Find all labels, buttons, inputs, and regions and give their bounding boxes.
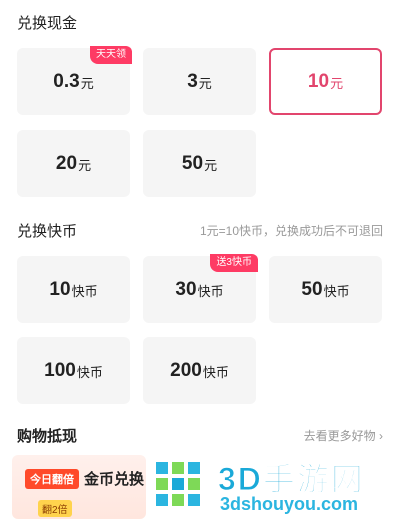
coin-option-100[interactable]: 100 快币 — [17, 337, 130, 404]
cash-unit: 元 — [330, 76, 344, 91]
cash-unit: 元 — [80, 76, 94, 91]
double-today-badge: 今日翻倍 — [25, 469, 79, 489]
coin-unit: 快币 — [76, 365, 103, 380]
shopping-section-title: 购物抵现 — [17, 428, 78, 445]
coin-amount: 50 — [301, 278, 323, 300]
daily-tag: 天天领 — [90, 46, 132, 64]
cash-option-50[interactable]: 50 元 — [143, 130, 256, 197]
coin-unit: 快币 — [197, 284, 224, 299]
watermark-logo-icon — [150, 456, 208, 514]
cash-section-title: 兑换现金 — [17, 15, 78, 32]
cash-amount: 0.3 — [53, 70, 80, 92]
coin-option-30[interactable]: 30 快币 送3快币 — [143, 254, 258, 323]
cash-amount: 20 — [55, 152, 78, 174]
coin-unit: 快币 — [323, 284, 350, 299]
watermark-url: 3dshouyou.com — [220, 494, 359, 514]
coin-option-200[interactable]: 200 快币 — [143, 337, 256, 404]
cash-amount: 50 — [181, 152, 204, 174]
watermark: 3D手游网 3dshouyou.com — [148, 452, 398, 519]
cash-amount: 10 — [307, 70, 330, 92]
coin-unit: 快币 — [202, 365, 229, 380]
cash-amount: 3 — [187, 70, 198, 92]
cash-option-20[interactable]: 20 元 — [17, 130, 130, 197]
coin-option-50[interactable]: 50 快币 — [269, 256, 382, 323]
coins-exchange-note: 1元=10快币，兑换成功后不可退回 — [199, 224, 383, 238]
coin-amount: 10 — [49, 278, 71, 300]
banner-text: 金币兑换 — [84, 471, 145, 488]
double-badge: 翻2倍 — [38, 500, 72, 517]
cash-option-10-selected[interactable]: 10 元 — [269, 48, 382, 115]
bonus-tag: 送3快币 — [210, 254, 258, 272]
coin-option-10[interactable]: 10 快币 — [17, 256, 130, 323]
cash-unit: 元 — [204, 158, 218, 173]
coin-amount: 200 — [170, 359, 202, 381]
coin-amount: 100 — [44, 359, 76, 381]
cash-unit: 元 — [78, 158, 92, 173]
cash-option-0-3[interactable]: 0.3 元 天天领 — [17, 46, 132, 115]
cash-option-3[interactable]: 3 元 — [143, 48, 256, 115]
coin-unit: 快币 — [71, 284, 98, 299]
more-goods-link[interactable]: 去看更多好物 › — [304, 427, 383, 444]
coin-amount: 30 — [175, 278, 197, 300]
cash-unit: 元 — [198, 76, 212, 91]
coins-section-title: 兑换快币 — [17, 223, 78, 240]
coin-exchange-banner[interactable]: 今日翻倍 金币兑换 翻2倍 — [12, 455, 146, 519]
